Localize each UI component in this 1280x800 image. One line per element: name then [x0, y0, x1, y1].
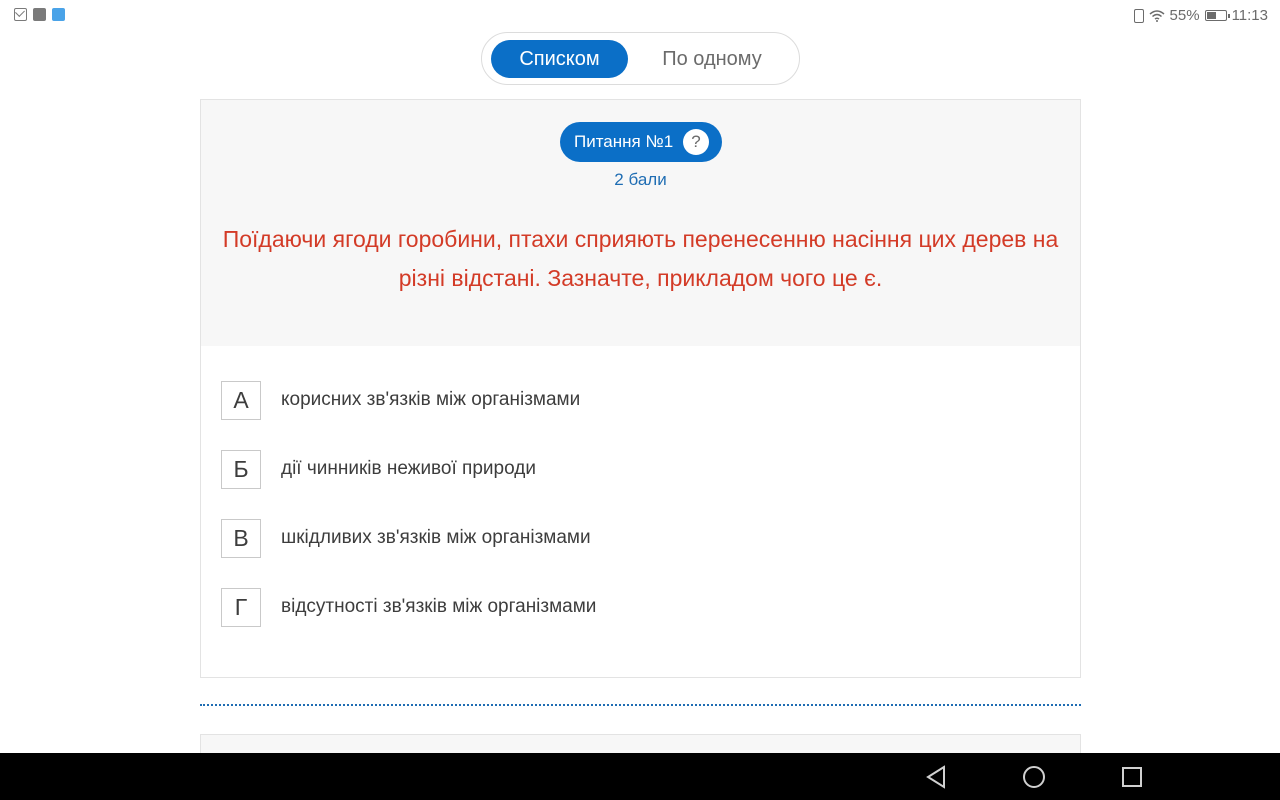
system-icons: 55% 11:13 — [1133, 7, 1268, 24]
question-points: 2 бали — [614, 170, 667, 189]
question-header: Питання №1 ? 2 бали Поїдаючи ягоди гороб… — [201, 100, 1080, 346]
single-view-button[interactable]: По одному — [642, 40, 782, 78]
vibrate-icon — [1133, 8, 1144, 23]
answer-option-g[interactable]: Г відсутності зв'язків між організмами — [221, 587, 1061, 627]
answer-letter[interactable]: Б — [221, 449, 261, 489]
answer-text: корисних зв'язків між організмами — [281, 389, 581, 410]
answer-list: А корисних зв'язків між організмами Б ді… — [221, 380, 1061, 656]
answer-option-b[interactable]: Б дії чинників неживої природи — [221, 449, 1061, 489]
navigation-bar — [0, 753, 1280, 800]
question-text: Поїдаючи ягоди горобини, птахи сприяють … — [222, 226, 1059, 291]
notification-icons — [14, 8, 65, 21]
clock: 11:13 — [1231, 7, 1268, 24]
answer-text: дії чинників неживої природи — [281, 458, 536, 479]
status-bar: 55% 11:13 — [0, 0, 1280, 32]
battery-icon — [1204, 10, 1230, 21]
answer-option-a[interactable]: А корисних зв'язків між організмами — [221, 380, 1061, 420]
answer-letter[interactable]: В — [221, 518, 261, 558]
wifi-icon — [1149, 9, 1165, 22]
recents-icon[interactable] — [1118, 763, 1146, 791]
view-mode-toggle: Списком По одному — [481, 32, 800, 85]
question-divider — [200, 704, 1081, 706]
answer-option-v[interactable]: В шкідливих зв'язків між організмами — [221, 518, 1061, 558]
app-blue-icon — [52, 8, 65, 21]
battery-percent: 55% — [1169, 7, 1200, 24]
home-icon[interactable] — [1020, 763, 1048, 791]
question-number-label: Питання №1 — [574, 132, 674, 151]
question-number-badge: Питання №1 ? — [560, 122, 722, 162]
help-icon[interactable]: ? — [683, 129, 709, 155]
mail-icon — [14, 8, 27, 21]
answer-letter[interactable]: Г — [221, 587, 261, 627]
answer-text: відсутності зв'язків між організмами — [281, 596, 597, 617]
back-icon[interactable] — [922, 763, 950, 791]
app-icon — [33, 8, 46, 21]
question-card: Питання №1 ? 2 бали Поїдаючи ягоди гороб… — [200, 99, 1081, 678]
answer-letter[interactable]: А — [221, 380, 261, 420]
answer-text: шкідливих зв'язків між організмами — [281, 527, 591, 548]
list-view-button[interactable]: Списком — [491, 40, 628, 78]
